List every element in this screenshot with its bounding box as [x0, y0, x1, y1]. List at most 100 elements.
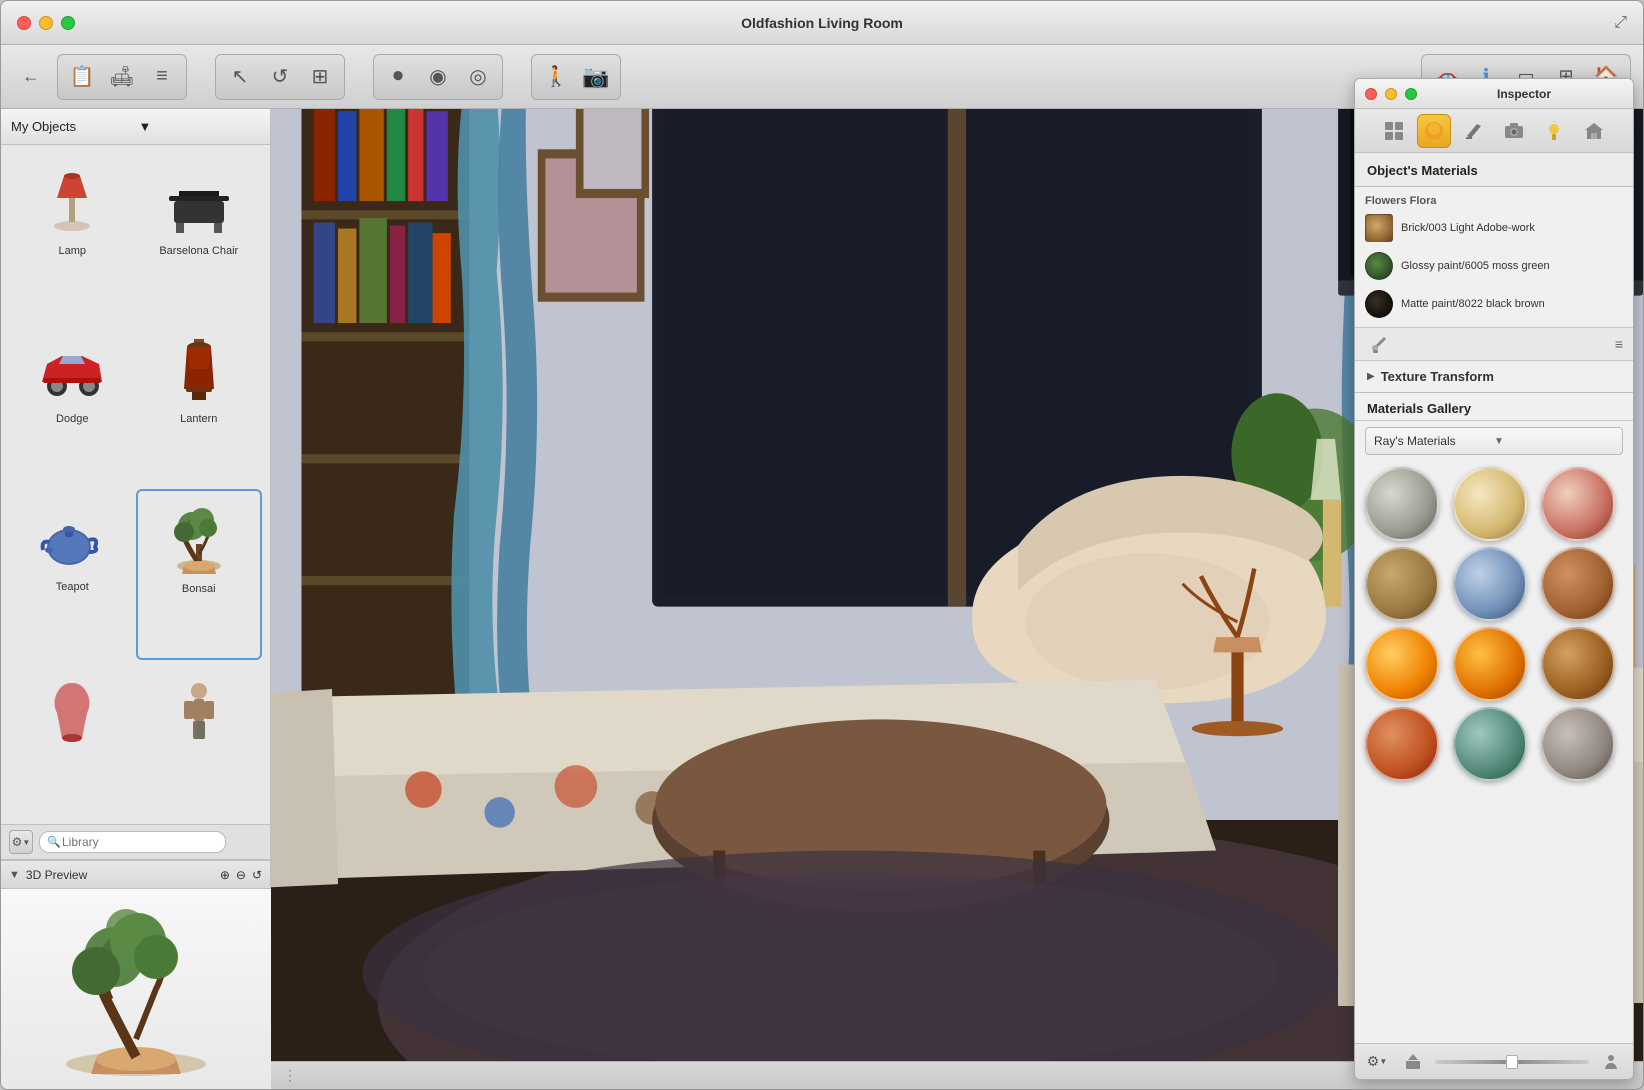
gallery-item-blue-argyle[interactable]: [1453, 547, 1527, 621]
object-item-teapot[interactable]: Teapot: [9, 489, 136, 661]
gallery-item-brown-brocade[interactable]: [1365, 547, 1439, 621]
vase-thumbnail: [32, 668, 112, 748]
left-panel: My Objects ▼ Lamp: [1, 109, 271, 1089]
library-button[interactable]: 📋: [64, 59, 100, 95]
car-thumbnail: [32, 329, 112, 409]
tab-camera[interactable]: [1497, 114, 1531, 148]
inspector-slider[interactable]: [1435, 1060, 1589, 1064]
material-swatch-brick: [1365, 214, 1393, 242]
materials-gallery-section: Materials Gallery Ray's Materials ▼: [1355, 393, 1633, 787]
tab-materials[interactable]: [1417, 114, 1451, 148]
main-window: Oldfashion Living Room ⤢ ← 📋 🛋 ≡ ↖ ↺ ⊞ ⏺…: [0, 0, 1644, 1090]
inspector-tabs: [1355, 109, 1633, 153]
gallery-item-gray-floral[interactable]: [1365, 467, 1439, 541]
search-icon: 🔍: [47, 836, 61, 849]
minimize-button[interactable]: [39, 16, 53, 30]
toolbar-group-library: 📋 🛋 ≡: [57, 54, 187, 100]
gallery-item-amber-solid[interactable]: [1453, 627, 1527, 701]
zoom-in-button[interactable]: ⊕: [220, 868, 230, 882]
snap-tool-button[interactable]: ⊞: [302, 59, 338, 95]
gallery-item-orange-solid[interactable]: [1365, 627, 1439, 701]
lantern-label: Lantern: [180, 413, 217, 425]
gallery-item-rust-texture[interactable]: [1541, 547, 1615, 621]
gallery-item-orange-fabric[interactable]: [1365, 707, 1439, 781]
gallery-item-red-floral[interactable]: [1541, 467, 1615, 541]
material-swatch-moss: [1365, 252, 1393, 280]
walk-button[interactable]: 🚶: [538, 59, 574, 95]
tools-menu-button[interactable]: ≡: [1615, 336, 1623, 352]
bonsai-label: Bonsai: [182, 583, 216, 595]
texture-expand-icon[interactable]: ▶: [1367, 371, 1375, 382]
preview-section: ▼ 3D Preview ⊕ ⊖ ↺: [1, 860, 270, 1089]
material-item-moss[interactable]: Glossy paint/6005 moss green: [1355, 247, 1633, 285]
search-input[interactable]: [39, 831, 226, 853]
materials-list: Flowers Flora Brick/003 Light Adobe-work…: [1355, 187, 1633, 327]
gallery-item-gray-texture[interactable]: [1541, 707, 1615, 781]
render-mode1-button[interactable]: ⏺: [380, 59, 416, 95]
inspector-panel: Inspector: [1354, 109, 1634, 1080]
tab-lighting[interactable]: [1537, 114, 1571, 148]
reset-view-button[interactable]: ↺: [252, 868, 262, 882]
material-item-black[interactable]: Matte paint/8022 black brown: [1355, 285, 1633, 323]
slider-thumb[interactable]: [1506, 1055, 1518, 1069]
objects-dropdown[interactable]: My Objects ▼: [1, 109, 270, 145]
window-controls: [17, 16, 75, 30]
object-item-lamp[interactable]: Lamp: [9, 153, 136, 321]
dropdown-arrow-icon: ▼: [139, 119, 261, 134]
zoom-out-button[interactable]: ⊖: [236, 868, 246, 882]
inspector-body: Object's Materials Flowers Flora Brick/0…: [1355, 153, 1633, 1043]
bonsai-thumbnail: [159, 499, 239, 579]
materials-group-label: Flowers Flora: [1355, 191, 1633, 209]
gallery-dropdown-label: Ray's Materials: [1374, 434, 1494, 448]
objects-dropdown-label: My Objects: [11, 119, 133, 134]
expand-icon[interactable]: ⤢: [1614, 14, 1627, 32]
inspector-gear-arrow-icon: ▼: [1379, 1057, 1387, 1066]
close-button[interactable]: [17, 16, 31, 30]
tab-home[interactable]: [1577, 114, 1611, 148]
texture-transform-label: Texture Transform: [1381, 369, 1494, 384]
material-item-brick[interactable]: Brick/003 Light Adobe-work: [1355, 209, 1633, 247]
back-button[interactable]: ←: [13, 59, 49, 95]
list-button[interactable]: ≡: [144, 59, 180, 95]
teapot-label: Teapot: [56, 581, 89, 593]
render-mode2-button[interactable]: ◉: [420, 59, 456, 95]
select-tool-button[interactable]: ↖: [222, 59, 258, 95]
gallery-dropdown-arrow-icon: ▼: [1494, 436, 1614, 447]
eyedropper-button[interactable]: [1365, 330, 1393, 358]
preview-collapse-icon[interactable]: ▼: [9, 869, 20, 881]
object-item-vase[interactable]: [9, 660, 136, 816]
maximize-button[interactable]: [61, 16, 75, 30]
main-content: My Objects ▼ Lamp: [1, 109, 1643, 1089]
toolbar-group-tools: ↖ ↺ ⊞: [215, 54, 345, 100]
camera-button[interactable]: 📷: [578, 59, 614, 95]
gallery-title: Materials Gallery: [1367, 401, 1471, 416]
tab-edit[interactable]: [1457, 114, 1491, 148]
gallery-dropdown[interactable]: Ray's Materials ▼: [1365, 427, 1623, 455]
toolbar-group-render: ⏺ ◉ ◎: [373, 54, 503, 100]
preview-controls: ⊕ ⊖ ↺: [220, 868, 262, 882]
gear-button[interactable]: ⚙ ▼: [9, 830, 33, 854]
texture-transform-row[interactable]: ▶ Texture Transform: [1367, 369, 1621, 384]
objects-button[interactable]: 🛋: [104, 59, 140, 95]
gallery-item-teal-fabric[interactable]: [1453, 707, 1527, 781]
tab-objects[interactable]: [1377, 114, 1411, 148]
chair-thumbnail: [159, 161, 239, 241]
object-item-chair[interactable]: Barselona Chair: [136, 153, 263, 321]
search-bar: ⚙ ▼ 🔍: [1, 824, 270, 860]
inspector-person-button[interactable]: [1597, 1048, 1625, 1076]
object-item-car[interactable]: Dodge: [9, 321, 136, 489]
3d-preview-canvas: [1, 889, 271, 1089]
object-item-bonsai[interactable]: Bonsai: [136, 489, 263, 661]
gallery-item-wood-texture[interactable]: [1541, 627, 1615, 701]
gallery-item-cream-floral[interactable]: [1453, 467, 1527, 541]
object-item-lantern[interactable]: Lantern: [136, 321, 263, 489]
rotate-tool-button[interactable]: ↺: [262, 59, 298, 95]
object-item-figure[interactable]: [136, 660, 263, 816]
figure-thumbnail: [159, 668, 239, 748]
resize-handle[interactable]: ⋮: [283, 1067, 297, 1084]
tools-row: ≡: [1355, 327, 1633, 361]
render-mode3-button[interactable]: ◎: [460, 59, 496, 95]
chair-label: Barselona Chair: [159, 245, 238, 257]
inspector-import-button[interactable]: [1399, 1048, 1427, 1076]
inspector-gear-button[interactable]: ⚙ ▼: [1363, 1048, 1391, 1076]
